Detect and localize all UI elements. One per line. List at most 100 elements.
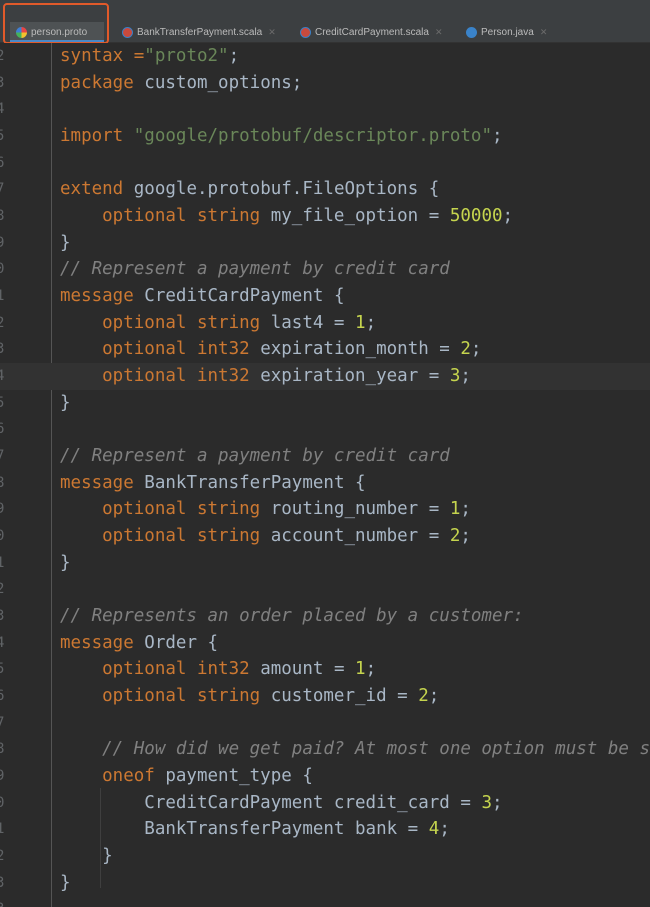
code-text: syntax ="proto2";	[60, 43, 239, 70]
scala-file-icon	[122, 26, 133, 38]
line-number: 9	[0, 501, 5, 518]
code-token: // Represent a payment by credit card	[60, 446, 450, 467]
code-line[interactable]: 8 // How did we get paid? At most one op…	[0, 736, 650, 763]
code-token: message	[60, 286, 145, 307]
line-number: 7	[0, 448, 5, 465]
code-token: ;	[228, 46, 240, 66]
code-line[interactable]: 3 optional int32 expiration_month = 2;	[0, 336, 650, 363]
line-number: 1	[0, 288, 5, 305]
code-token: ;	[492, 126, 503, 146]
line-number: 5	[0, 394, 5, 411]
code-token: ;	[460, 526, 471, 547]
code-line[interactable]: 2 optional string last4 = 1;	[0, 310, 650, 337]
line-number: 1	[0, 554, 5, 571]
code-line[interactable]: 3 package custom_options;	[0, 70, 650, 97]
java-class-icon	[466, 26, 477, 38]
code-token: ;	[491, 792, 503, 813]
code-token: }	[60, 392, 71, 413]
code-line[interactable]: 9}	[0, 230, 650, 257]
code-line[interactable]: 4	[0, 96, 650, 123]
line-number: 2	[0, 48, 5, 64]
code-text: }	[60, 390, 71, 417]
code-text: message Order {	[60, 630, 218, 657]
line-number: 9	[0, 768, 5, 785]
code-token: 50000	[449, 206, 503, 227]
code-token: 2	[449, 526, 461, 547]
code-line[interactable]: 1}	[0, 550, 650, 577]
editor-tab-bar: person.proto BankTransferPayment.scala ✕…	[0, 0, 650, 44]
code-line[interactable]: 5 import "google/protobuf/descriptor.prot…	[0, 123, 650, 150]
code-line[interactable]: 6	[0, 416, 650, 443]
line-number: 3	[0, 341, 5, 358]
code-token: 3	[449, 366, 461, 387]
line-number: 0	[0, 528, 5, 545]
code-token: }	[60, 552, 71, 573]
tab-credit-card-payment[interactable]: CreditCardPayment.scala ✕	[294, 22, 458, 42]
code-token: last4 =	[270, 312, 356, 333]
code-line[interactable]: 3	[0, 896, 650, 907]
code-token: my_file_option =	[270, 206, 450, 227]
line-number: 0	[0, 261, 5, 278]
code-token: 2	[460, 339, 471, 360]
code-line[interactable]: 3 // Represents an order placed by a cust…	[0, 603, 650, 630]
code-text: message BankTransferPayment {	[60, 470, 366, 497]
tab-person-java[interactable]: Person.java ✕	[460, 22, 556, 42]
code-token: CreditCardPayment credit_card =	[60, 792, 482, 813]
line-number: 2	[0, 848, 5, 865]
code-token: ;	[439, 819, 450, 840]
code-token: expiration_month =	[260, 339, 461, 360]
code-line-current[interactable]: 4 optional int32 expiration_year = 3;	[0, 363, 650, 390]
line-number: 3	[0, 74, 5, 91]
code-line[interactable]: 5 optional int32 amount = 1;	[0, 656, 650, 683]
code-line[interactable]: 7 // Represent a payment by credit card	[0, 443, 650, 470]
code-line[interactable]: 4 message Order {	[0, 630, 650, 657]
code-line[interactable]: 3}	[0, 870, 650, 897]
code-line[interactable]: 2 }	[0, 843, 650, 870]
code-line[interactable]: 1 BankTransferPayment bank = 4;	[0, 816, 650, 843]
code-line[interactable]: 2 syntax ="proto2";	[0, 43, 650, 70]
code-text: // How did we get paid? At most one opti…	[60, 736, 650, 763]
code-text: optional int32 expiration_year = 3;	[60, 363, 471, 390]
close-icon[interactable]: ✕	[435, 27, 443, 38]
line-number: 8	[0, 208, 5, 225]
code-line[interactable]: 7	[0, 710, 650, 737]
code-line[interactable]: 9 optional string routing_number = 1;	[0, 496, 650, 523]
code-token: syntax =	[60, 46, 145, 66]
code-line[interactable]: 7 extend google.protobuf.FileOptions {	[0, 176, 650, 203]
code-token: message	[60, 632, 145, 653]
line-number: 4	[0, 634, 5, 651]
close-icon[interactable]: ✕	[268, 27, 276, 38]
code-line[interactable]: 5}	[0, 390, 650, 417]
code-editor[interactable]: 2 syntax ="proto2"; 3 package custom_option…	[0, 43, 650, 907]
code-line[interactable]: 2	[0, 576, 650, 603]
code-token: amount =	[260, 659, 356, 680]
code-line[interactable]: 0 optional string account_number = 2;	[0, 523, 650, 550]
line-number: 7	[0, 714, 5, 731]
code-line[interactable]: 0 CreditCardPayment credit_card = 3;	[0, 790, 650, 817]
code-token: ;	[365, 659, 377, 680]
tab-bank-transfer-payment[interactable]: BankTransferPayment.scala ✕	[116, 22, 292, 42]
code-text: package custom_options;	[60, 70, 302, 97]
code-text: import "google/protobuf/descriptor.proto…	[60, 123, 503, 150]
code-token: 1	[355, 659, 366, 680]
code-token: "proto2"	[144, 46, 229, 66]
code-token: 1	[355, 312, 366, 333]
code-token: ;	[428, 686, 440, 707]
code-line[interactable]: 6	[0, 150, 650, 177]
code-line[interactable]: 0 // Represent a payment by credit card	[0, 256, 650, 283]
code-token: ;	[502, 206, 514, 227]
code-line[interactable]: 8 message BankTransferPayment {	[0, 470, 650, 497]
line-number: 4	[0, 101, 5, 118]
code-token: customer_id =	[270, 686, 419, 707]
code-text: // Represent a payment by credit card	[60, 443, 450, 470]
code-line[interactable]: 8 optional string my_file_option = 50000…	[0, 203, 650, 230]
code-line[interactable]: 1 message CreditCardPayment {	[0, 283, 650, 310]
code-token: CreditCardPayment {	[144, 286, 345, 307]
code-token: 2	[418, 686, 429, 707]
code-text: }	[60, 843, 113, 870]
code-text: optional string customer_id = 2;	[60, 683, 439, 710]
line-number: 8	[0, 741, 5, 758]
code-line[interactable]: 9 oneof payment_type {	[0, 763, 650, 790]
close-icon[interactable]: ✕	[540, 27, 548, 38]
code-line[interactable]: 6 optional string customer_id = 2;	[0, 683, 650, 710]
